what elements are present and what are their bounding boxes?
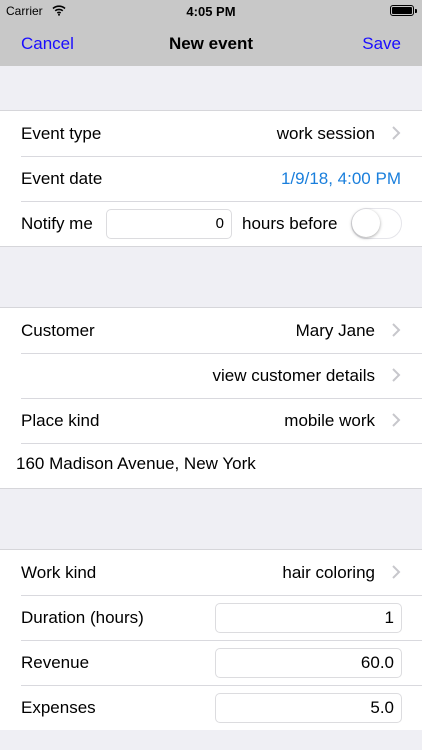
work-section: Work kind hair coloring Duration (hours)…	[0, 549, 422, 730]
notify-suffix-label: hours before	[242, 214, 338, 233]
revenue-label: Revenue	[21, 653, 90, 672]
event-date-label: Event date	[21, 169, 103, 188]
notify-row: Notify me 0 hours before	[0, 201, 422, 246]
notify-hours-input[interactable]: 0	[106, 209, 232, 239]
place-kind-row[interactable]: Place kind mobile work	[0, 398, 422, 443]
chevron-right-icon	[392, 126, 401, 140]
place-kind-label: Place kind	[21, 411, 100, 430]
chevron-right-icon	[392, 323, 401, 337]
event-type-value: work session	[276, 124, 375, 143]
customer-value: Mary Jane	[295, 321, 375, 340]
chevron-right-icon	[392, 565, 401, 579]
status-bar: Carrier 4:05 PM	[0, 0, 422, 22]
address-row[interactable]: 160 Madison Avenue, New York	[0, 443, 422, 488]
event-type-row[interactable]: Event type work session	[0, 111, 422, 156]
customer-label: Customer	[21, 321, 95, 340]
work-kind-label: Work kind	[21, 563, 97, 582]
customer-section: Customer Mary Jane view customer details…	[0, 307, 422, 489]
save-button[interactable]: Save	[362, 34, 401, 54]
work-kind-value: hair coloring	[282, 563, 375, 582]
view-customer-details-row[interactable]: view customer details	[0, 353, 422, 398]
event-date-row[interactable]: Event date 1/9/18, 4:00 PM	[0, 156, 422, 201]
duration-row: Duration (hours) 1	[0, 595, 422, 640]
toggle-knob	[352, 209, 380, 237]
customer-row[interactable]: Customer Mary Jane	[0, 308, 422, 353]
battery-icon	[390, 5, 417, 16]
notify-toggle[interactable]	[351, 208, 402, 239]
duration-input[interactable]: 1	[215, 603, 402, 633]
work-kind-row[interactable]: Work kind hair coloring	[0, 550, 422, 595]
navigation-bar: Cancel New event Save	[0, 22, 422, 66]
revenue-row: Revenue 60.0	[0, 640, 422, 685]
chevron-right-icon	[392, 368, 401, 382]
duration-label: Duration (hours)	[21, 608, 144, 627]
expenses-row: Expenses 5.0	[0, 685, 422, 730]
chevron-right-icon	[392, 413, 401, 427]
event-date-value[interactable]: 1/9/18, 4:00 PM	[281, 169, 401, 189]
revenue-input[interactable]: 60.0	[215, 648, 402, 678]
place-kind-value: mobile work	[284, 411, 375, 430]
view-customer-details-link: view customer details	[212, 366, 375, 385]
address-field[interactable]: 160 Madison Avenue, New York	[16, 454, 256, 474]
notify-label: Notify me	[21, 214, 93, 233]
event-section: Event type work session Event date 1/9/1…	[0, 110, 422, 247]
expenses-input[interactable]: 5.0	[215, 693, 402, 723]
expenses-label: Expenses	[21, 698, 96, 717]
event-type-label: Event type	[21, 124, 102, 143]
page-title: New event	[168, 34, 254, 53]
clock: 4:05 PM	[186, 4, 236, 19]
